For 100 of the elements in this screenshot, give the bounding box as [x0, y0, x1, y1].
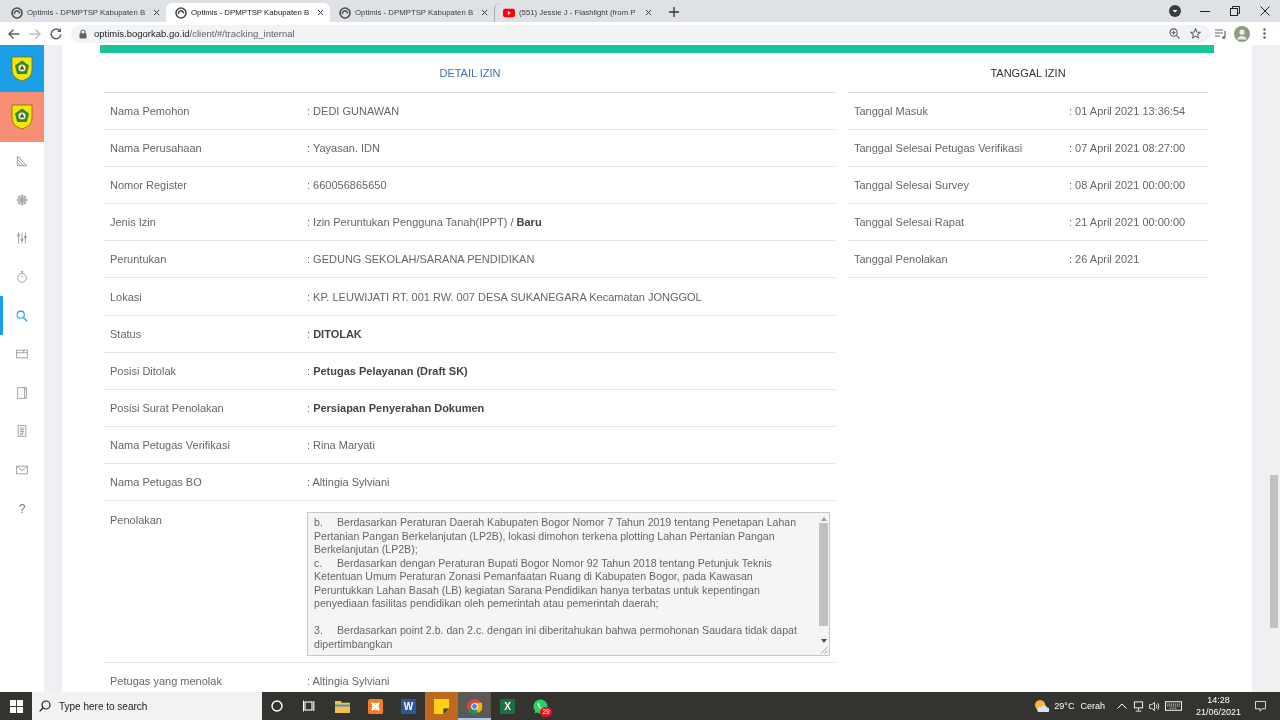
logo-tile[interactable] [0, 45, 44, 92]
plus-icon[interactable] [669, 7, 679, 17]
document-icon [16, 425, 28, 438]
playlist-icon[interactable] [1215, 28, 1227, 39]
field-value: : 660056865650 [307, 179, 387, 192]
page-scrollbar-thumb[interactable] [1270, 475, 1278, 628]
sliders-icon [16, 232, 28, 245]
back-icon[interactable] [7, 26, 21, 41]
url-text: optimis.bogorkab.go.id/client/#/tracking_internal [94, 28, 295, 39]
play-icon [503, 6, 515, 19]
zoom-in-icon[interactable] [1169, 28, 1180, 39]
taskbar-app-button[interactable]: W [392, 692, 425, 720]
set-square-icon [16, 155, 28, 168]
close-icon[interactable] [153, 9, 160, 16]
field-value: : 26 April 2021 [1069, 253, 1140, 266]
field-label: Nama Petugas BO [109, 476, 203, 488]
avatar-icon[interactable] [1234, 25, 1250, 42]
folder-icon [335, 698, 350, 714]
browser-icon [467, 698, 482, 714]
field-value: : Izin Peruntukan Pengguna Tanah(IPPT) / Baru [307, 216, 542, 229]
close-icon[interactable] [1260, 6, 1270, 16]
reload-icon[interactable] [49, 26, 63, 41]
field-label: Peruntukan [109, 253, 168, 266]
field-label: Tanggal Selesai Survey [853, 179, 970, 192]
emblem-icon [11, 55, 33, 82]
address-bar[interactable]: optimis.bogorkab.go.id/client/#/tracking_internal [71, 24, 1211, 43]
envelope-icon [16, 464, 28, 477]
field-value: : Altingia Sylviani [307, 675, 390, 688]
field-value: : KP. LEUWIJATI RT. 001 RW. 007 DESA SUKANEGARA Kecamatan JONGGOL [307, 290, 702, 303]
field-label: Status [109, 327, 143, 340]
field-label: Jenis Izin [109, 216, 157, 229]
down-circle-icon[interactable] [1169, 5, 1181, 17]
network-icon[interactable] [1132, 700, 1144, 712]
note-icon [434, 698, 449, 714]
field-value: : DEDI GUNAWAN [307, 105, 400, 118]
field-value: : Persiapan Penyerahan Dokumen [307, 401, 485, 414]
field-label: Nomor Register [109, 179, 189, 192]
resize-grip-icon[interactable] [819, 646, 828, 655]
field-value: : GEDUNG SEKOLAH/SARANA PENDIDIKAN [307, 253, 535, 266]
field-value: : 08 April 2021 00:00:00 [1069, 179, 1186, 192]
task-view-icon[interactable] [303, 700, 315, 712]
field-label: Tanggal Masuk [853, 105, 929, 118]
chevron-up-icon[interactable] [1116, 703, 1127, 709]
rejection-paragraph: c. Berdasarkan dengan Peraturan Bupati Bogor Nomor 92 Tahun 2018 tentang Petunjuk Teknis Ketentuan Umum Peraturan Zonasi Pemanfaatan Ruang di Kabupaten Bogor, pada Kawasan Peruntukkan Lahan Basah (LB) kegiatan Sarana Pendidikan hanya terbatas untuk kepentingan penyediaan fasilitas pendidikan oleh pemerintah atau pemerintah daerah; [314, 556, 773, 611]
clock-time[interactable]: 14:28 [1207, 694, 1230, 706]
more-icon[interactable] [1263, 28, 1266, 39]
field-value: : 01 April 2021 13:36:54 [1069, 105, 1186, 118]
field-value: : Altingia Sylviani [307, 476, 390, 488]
field-value: : 07 April 2021 08:27:00 [1069, 142, 1186, 155]
field-label: Tanggal Selesai Rapat [853, 216, 966, 229]
keyboard-icon[interactable] [1164, 701, 1182, 711]
stopwatch-icon [16, 271, 28, 284]
speaker-icon[interactable] [1148, 700, 1160, 712]
weather-condition[interactable]: Cerah [1080, 701, 1105, 711]
lock-icon [79, 28, 87, 39]
field-label: Tanggal Selesai Petugas Verifikasi [853, 142, 1024, 155]
scroll-down-icon[interactable] [820, 639, 827, 644]
temperature-text[interactable]: 29°C [1054, 701, 1075, 711]
sun-cloud-icon[interactable] [1034, 699, 1050, 713]
panel-icon [16, 348, 28, 361]
taskbar-app-button[interactable]: X [491, 692, 524, 720]
minimize-icon[interactable] [1200, 10, 1210, 12]
circle-icon[interactable] [271, 700, 283, 712]
logo-tile[interactable] [0, 92, 44, 142]
letter-tile: W [401, 698, 416, 714]
search-icon [39, 700, 51, 712]
search-icon [16, 309, 28, 322]
close-icon[interactable] [645, 9, 652, 16]
field-label: Posisi Ditolak [109, 364, 178, 377]
field-label: Lokasi [109, 290, 143, 303]
field-label: Posisi Surat Penolakan [109, 401, 225, 414]
search-field[interactable]: Type here to search [32, 692, 262, 720]
close-icon[interactable] [481, 9, 488, 16]
field-value: : Rina Maryati [307, 438, 375, 451]
rejection-textarea[interactable] [307, 512, 830, 657]
field-value: : DITOLAK [307, 327, 362, 340]
section-heading: DETAIL IZIN [439, 66, 501, 79]
field-label: Tanggal Penolakan [853, 253, 949, 266]
swirl-icon [175, 6, 187, 19]
close-icon[interactable] [317, 9, 324, 16]
windows-icon[interactable] [9, 699, 23, 713]
restore-icon[interactable] [1230, 6, 1240, 16]
rejection-paragraph: 3. Berdasarkan point 2.b. dan 2.c. dengan ini diberitahukan bahwa permohonan Saudara tidak dapat dipertimbangkan [314, 624, 798, 652]
emblem-icon [11, 104, 33, 130]
field-label: Petugas yang menolak [109, 675, 223, 688]
swirl-icon [339, 6, 351, 19]
rejection-paragraph: b. Berdasarkan Peraturan Daerah Kabupaten Bogor Nomor 7 Tahun 2019 tentang Penetapan Lahan Pertanian Pangan Berkelanjutan (LP2B), lokasi dimohon terkena plotting Lahan Pertanian Pangan Berkelanjutan (LP2B); [314, 516, 798, 557]
x-tile-icon [368, 698, 383, 714]
field-label: Nama Pemohon [109, 105, 191, 118]
clock-date[interactable]: 21/06/2021 [1195, 706, 1241, 718]
field-label: Nama Perusahaan [109, 142, 203, 155]
letter-tile: X [500, 698, 515, 714]
star-icon[interactable] [1190, 28, 1201, 39]
field-value: : Petugas Pelayanan (Draft SK) [307, 364, 468, 377]
notification-icon[interactable] [1255, 700, 1266, 712]
field-label: Nama Petugas Verifikasi [109, 438, 231, 451]
field-label: Penolakan [109, 514, 163, 527]
scrollbar-thumb[interactable] [819, 523, 828, 627]
book-icon [16, 386, 28, 399]
swirl-icon [11, 6, 23, 19]
